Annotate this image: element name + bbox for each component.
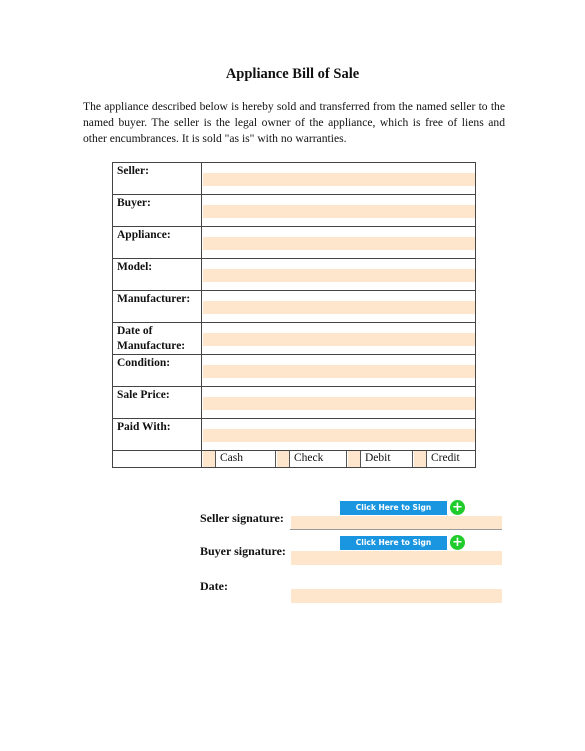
field-label: Model: — [112, 258, 202, 291]
document-title: Appliance Bill of Sale — [225, 66, 360, 82]
field-label: Manufacturer: — [112, 290, 202, 323]
form-row-manufacturer: Manufacturer: — [112, 290, 476, 323]
date-of-manufacture-input[interactable] — [203, 333, 475, 346]
model-input[interactable] — [203, 269, 475, 282]
field-label: Seller: — [112, 162, 202, 195]
seller-signature-field[interactable] — [291, 516, 502, 530]
date-label: Date: — [200, 579, 228, 593]
sale-price-input[interactable] — [203, 397, 475, 410]
manufacturer-input[interactable] — [203, 301, 475, 314]
bill-of-sale-table: Seller: Buyer: Appliance: Model: Manufac… — [112, 162, 476, 468]
debit-checkbox[interactable] — [348, 451, 361, 467]
payment-options-row: Cash Check Debit Credit — [112, 450, 476, 468]
paid-with-input[interactable] — [203, 429, 475, 442]
seller-input[interactable] — [203, 173, 475, 186]
seller-add-icon[interactable]: + — [450, 500, 465, 515]
form-row-buyer: Buyer: — [112, 194, 476, 227]
payment-option-cash: Cash — [202, 451, 275, 467]
payment-option-credit: Credit — [412, 451, 475, 467]
intro-paragraph: The appliance described below is hereby … — [83, 100, 505, 145]
form-row-condition: Condition: — [112, 354, 476, 387]
option-label: Check — [294, 452, 324, 464]
field-label: Sale Price: — [112, 386, 202, 419]
condition-input[interactable] — [203, 365, 475, 378]
field-label: Date of Manufacture: — [112, 322, 202, 355]
buyer-signature-field[interactable] — [291, 551, 502, 565]
seller-sign-button[interactable]: Click Here to Sign — [340, 501, 447, 515]
form-row-date-of-manufacture: Date of Manufacture: — [112, 322, 476, 355]
form-row-appliance: Appliance: — [112, 226, 476, 259]
buyer-signature-label: Buyer signature: — [200, 544, 286, 558]
payment-option-debit: Debit — [346, 451, 412, 467]
appliance-input[interactable] — [203, 237, 475, 250]
option-label: Debit — [365, 452, 391, 464]
field-label: Paid With: — [112, 418, 202, 451]
form-row-seller: Seller: — [112, 162, 476, 195]
form-row-model: Model: — [112, 258, 476, 291]
option-label: Credit — [431, 452, 460, 464]
cash-checkbox[interactable] — [203, 451, 216, 467]
empty-cell — [112, 450, 202, 468]
check-checkbox[interactable] — [277, 451, 290, 467]
payment-option-check: Check — [275, 451, 346, 467]
credit-checkbox[interactable] — [414, 451, 427, 467]
form-row-sale-price: Sale Price: — [112, 386, 476, 419]
field-label: Appliance: — [112, 226, 202, 259]
field-label: Condition: — [112, 354, 202, 387]
field-label: Buyer: — [112, 194, 202, 227]
buyer-sign-button[interactable]: Click Here to Sign — [340, 536, 447, 550]
buyer-input[interactable] — [203, 205, 475, 218]
form-row-paid-with: Paid With: — [112, 418, 476, 451]
seller-signature-line — [290, 529, 502, 530]
option-label: Cash — [220, 452, 243, 464]
buyer-add-icon[interactable]: + — [450, 535, 465, 550]
seller-signature-label: Seller signature: — [200, 511, 284, 525]
date-field[interactable] — [291, 589, 502, 603]
